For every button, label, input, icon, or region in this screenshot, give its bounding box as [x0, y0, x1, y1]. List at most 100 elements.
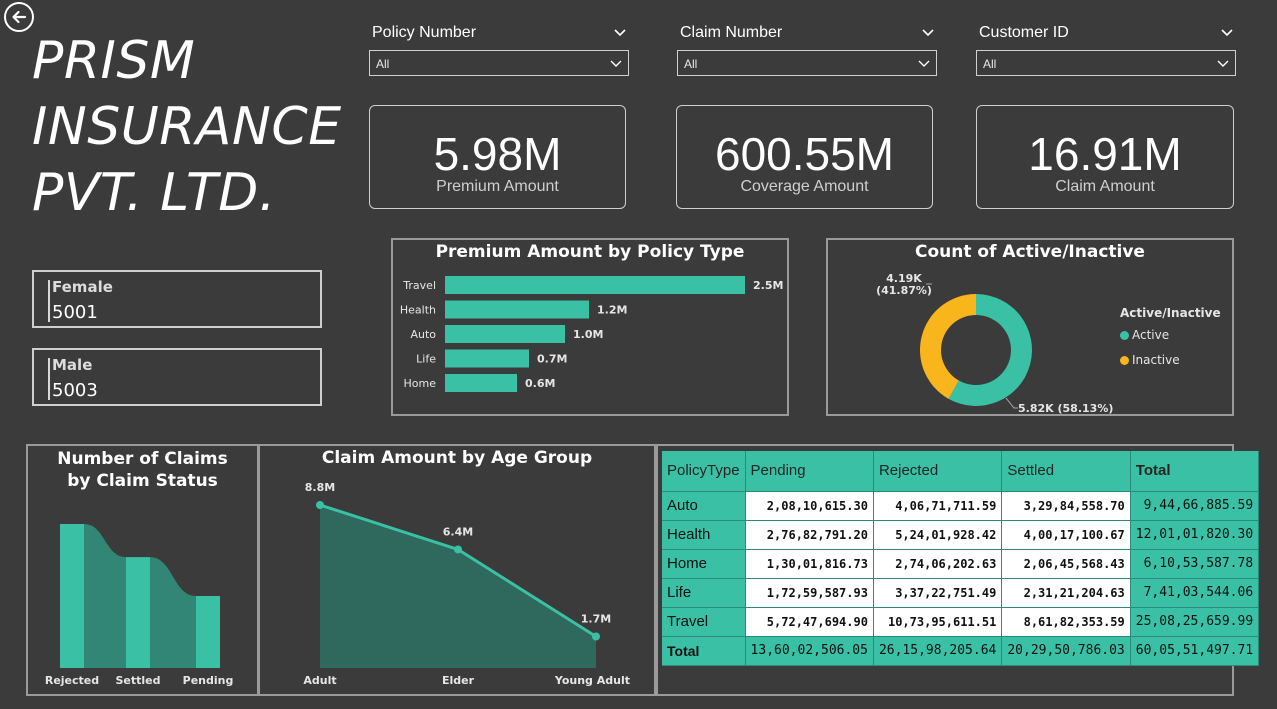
title-line: PVT. LTD.	[32, 163, 276, 223]
active-inactive-chart: Count of Active/Inactive 5.82K (58.13%) 4…	[826, 238, 1234, 416]
dropdown-value: All	[684, 57, 698, 71]
card-value: 5003	[52, 380, 98, 401]
claims-by-status-chart: Number of Claims by Claim Status Rejecte…	[26, 444, 259, 696]
card-accent-bar	[48, 358, 50, 400]
bar	[445, 325, 565, 343]
row-label: Total	[662, 636, 746, 666]
title-line: INSURANCE	[32, 97, 342, 157]
table-total-row: Total 13,60,02,506.05 26,15,98,205.64 20…	[662, 636, 1260, 666]
data-label: 1.2M	[597, 304, 627, 317]
table-cell: 25,08,25,659.99	[1130, 607, 1260, 637]
back-button[interactable]	[4, 2, 34, 32]
category-label: Auto	[410, 328, 436, 341]
column-header[interactable]: PolicyType	[662, 451, 746, 492]
table-cell: 60,05,51,497.71	[1130, 636, 1260, 666]
kpi-value: 5.98M	[433, 128, 562, 180]
column-header[interactable]: Total	[1130, 451, 1260, 492]
legend-dot	[1120, 355, 1129, 365]
column-header[interactable]: Rejected	[873, 451, 1003, 492]
leader-line	[1005, 397, 1018, 409]
data-label: 0.6M	[525, 377, 555, 390]
table-cell: 4,00,17,100.67	[1001, 520, 1131, 550]
customer-id-dropdown[interactable]: All	[976, 50, 1236, 76]
chart-title: Premium Amount by Policy Type	[435, 242, 745, 262]
company-title: PRISM INSURANCE PVT. LTD.	[32, 28, 342, 226]
table-cell: 5,24,01,928.42	[873, 520, 1003, 550]
data-label: 1.7M	[581, 613, 611, 626]
coverage-amount-card: 600.55M Coverage Amount	[676, 105, 933, 209]
customer-id-slicer: Customer ID All	[976, 22, 1236, 76]
ribbon-connector	[84, 524, 126, 668]
data-label: (41.87%)	[876, 284, 932, 297]
claim-by-age-group-chart: Claim Amount by Age Group 8.8M Adult 6.4M E…	[258, 444, 656, 696]
policy-number-dropdown[interactable]: All	[369, 50, 629, 76]
category-label: Home	[404, 377, 437, 390]
chevron-down-icon	[610, 60, 622, 67]
policy-number-slicer: Policy Number All	[369, 22, 629, 76]
claim-amount-card: 16.91M Claim Amount	[976, 105, 1234, 209]
table-cell: 12,01,01,820.30	[1130, 520, 1260, 550]
donut-slice	[920, 294, 976, 399]
title-line: PRISM	[32, 31, 196, 91]
table-cell: 5,72,47,694.90	[745, 607, 874, 637]
kpi-label: Premium Amount	[436, 178, 559, 195]
status-bar	[126, 557, 150, 668]
kpi-value: 600.55M	[714, 128, 894, 180]
table-header-row: PolicyType Pending Rejected Settled Tota…	[662, 451, 1260, 492]
female-count-card: Female 5001	[32, 270, 322, 328]
table-row: Home 1,30,01,816.73 2,74,06,202.63 2,06,…	[662, 549, 1260, 579]
table-cell: 7,41,03,544.06	[1130, 578, 1260, 608]
table-cell: 2,08,10,615.30	[745, 491, 874, 521]
area-chart-svg: 8.8M Adult 6.4M Elder 1.7M Young Adult	[303, 481, 630, 687]
card-accent-bar	[48, 280, 50, 322]
legend-dot	[1120, 330, 1129, 340]
bar	[445, 349, 529, 368]
table-cell: 2,74,06,202.63	[873, 549, 1003, 579]
claim-number-slicer: Claim Number All	[677, 22, 937, 76]
slicer-title: Customer ID	[979, 24, 1069, 41]
chevron-down-icon[interactable]	[613, 26, 627, 40]
row-label: Travel	[662, 607, 746, 637]
legend-item-inactive[interactable]: Inactive	[1120, 353, 1180, 367]
table-row: Health 2,76,82,791.20 5,24,01,928.42 4,0…	[662, 520, 1260, 550]
table-cell: 4,06,71,711.59	[873, 491, 1003, 521]
table-cell: 6,10,53,587.78	[1130, 549, 1260, 579]
data-label: 8.8M	[305, 481, 335, 494]
row-label: Life	[662, 578, 746, 608]
table-row: Auto 2,08,10,615.30 4,06,71,711.59 3,29,…	[662, 491, 1260, 521]
slicer-title: Claim Number	[680, 24, 783, 41]
claim-number-dropdown[interactable]: All	[677, 50, 937, 76]
data-label: 0.7M	[537, 353, 567, 366]
table-cell: 2,31,21,204.63	[1001, 578, 1131, 608]
category-label: Pending	[183, 674, 234, 687]
card-label: Female	[52, 278, 113, 296]
legend-item-active[interactable]: Active	[1120, 328, 1169, 342]
dropdown-value: All	[983, 57, 997, 71]
row-label: Home	[662, 549, 746, 579]
category-label: Elder	[442, 674, 475, 687]
data-label: 2.5M	[753, 279, 783, 292]
column-header[interactable]: Pending	[745, 451, 874, 492]
chart-title: Number of Claims by Claim Status	[57, 449, 228, 491]
donut-chart-svg: 5.82K (58.13%)4.19K(41.87%)	[876, 272, 1113, 415]
claims-matrix-panel: PolicyType Pending Rejected Settled Tota…	[656, 444, 1260, 696]
chevron-down-icon	[1217, 60, 1229, 67]
data-point	[454, 545, 462, 554]
chevron-down-icon[interactable]	[1220, 26, 1234, 40]
card-value: 5001	[52, 302, 98, 323]
data-label: 5.82K (58.13%)	[1018, 402, 1113, 415]
table-cell: 8,61,82,353.59	[1001, 607, 1131, 637]
chevron-down-icon[interactable]	[921, 26, 935, 40]
column-header[interactable]: Settled	[1001, 451, 1131, 492]
bar	[445, 374, 517, 392]
table-row: Travel 5,72,47,694.90 10,73,95,611.51 8,…	[662, 607, 1260, 637]
category-label: Young Adult	[554, 674, 630, 687]
bar	[445, 300, 589, 319]
data-label: 1.0M	[573, 328, 603, 341]
legend-title: Active/Inactive	[1120, 306, 1221, 320]
category-label: Settled	[115, 674, 160, 687]
ribbon-chart-svg: Rejected Settled Pending	[45, 524, 234, 687]
legend-label: Inactive	[1132, 353, 1180, 367]
table-cell: 2,06,45,568.43	[1001, 549, 1131, 579]
chart-title: Claim Amount by Age Group	[321, 448, 593, 468]
